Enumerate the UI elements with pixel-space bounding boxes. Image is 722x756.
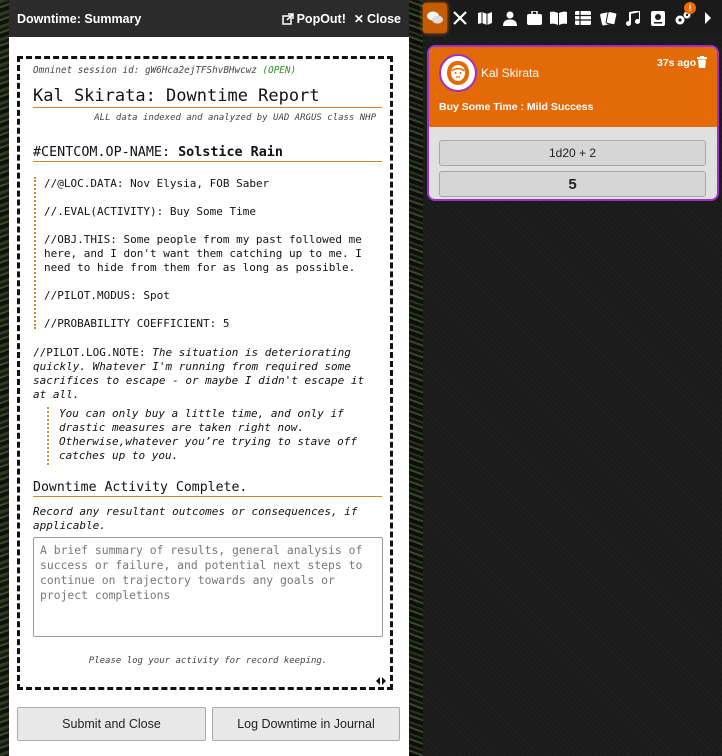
tables-icon bbox=[575, 11, 591, 25]
dice-formula[interactable]: 1d20 + 2 bbox=[439, 140, 706, 166]
delete-message-icon[interactable] bbox=[697, 56, 707, 68]
log-reminder: Please log your activity for record keep… bbox=[88, 656, 328, 666]
field-objective: //OBJ.THIS: Some people from my past fol… bbox=[44, 233, 374, 275]
close-label: Close bbox=[366, 11, 401, 26]
dice-total[interactable]: 5 bbox=[439, 171, 706, 197]
field-location: //@LOC.DATA: Nov Elysia, FOB Saber bbox=[44, 177, 374, 191]
log-note-label: //PILOT.LOG.NOTE: bbox=[33, 346, 146, 359]
message-flavor: Buy Some Time : Mild Success bbox=[439, 101, 594, 113]
chat-sidebar: ! Kal Skirata 37s ago Buy Some Time: Mi… bbox=[423, 0, 722, 756]
dialog-titlebar[interactable]: Downtime: Summary PopOut! ✕ Close bbox=[9, 0, 409, 37]
field-value: Nov Elysia, FOB Saber bbox=[130, 177, 270, 190]
field-label: //PROBABILITY COEFFICIENT: bbox=[44, 317, 217, 330]
sidebar-tabs: ! bbox=[423, 0, 722, 36]
sidebar-collapse-button[interactable] bbox=[699, 7, 717, 29]
dialog-title: Downtime: Summary bbox=[17, 11, 142, 26]
message-speaker: Kal Skirata bbox=[481, 66, 540, 80]
downtime-dialog: Downtime: Summary PopOut! ✕ Close Omnine… bbox=[9, 0, 409, 756]
field-value: 5 bbox=[222, 317, 230, 330]
combat-icon bbox=[453, 11, 467, 25]
outcome-quote: You can only buy a little time, and only… bbox=[47, 407, 365, 465]
field-modus: //PILOT.MODUS: Spot bbox=[44, 289, 374, 303]
field-probability: //PROBABILITY COEFFICIENT: 5 bbox=[44, 317, 374, 331]
chat-message: Kal Skirata 37s ago Buy Some Time : Mild… bbox=[427, 45, 719, 201]
popout-label: PopOut! bbox=[296, 11, 346, 26]
field-label: //.EVAL(ACTIVITY): bbox=[44, 205, 164, 218]
tab-items[interactable] bbox=[523, 7, 545, 29]
collapse-icon bbox=[705, 12, 711, 24]
field-activity: //.EVAL(ACTIVITY): Buy Some Time bbox=[44, 205, 374, 219]
resize-handle-icon[interactable] bbox=[375, 675, 387, 687]
pilot-portrait-icon bbox=[447, 61, 469, 85]
popout-button[interactable]: PopOut! bbox=[281, 11, 346, 26]
session-prefix: Omninet session id: bbox=[33, 65, 145, 76]
tab-playlists[interactable] bbox=[622, 7, 644, 29]
tab-chat[interactable] bbox=[423, 3, 447, 33]
avatar bbox=[439, 54, 477, 92]
cards-icon bbox=[599, 10, 617, 25]
field-label: //OBJ.THIS: bbox=[44, 233, 117, 246]
chat-icon bbox=[427, 11, 443, 24]
field-value: Buy Some Time bbox=[169, 205, 256, 218]
close-icon: ✕ bbox=[353, 11, 364, 26]
notification-badge: ! bbox=[684, 2, 696, 14]
submit-close-button[interactable]: Submit and Close bbox=[17, 707, 206, 741]
indexed-note: ALL data indexed and analyzed by UAD ARG… bbox=[94, 113, 376, 123]
background-art-left bbox=[0, 0, 9, 756]
tab-actors[interactable] bbox=[499, 7, 521, 29]
playlists-icon bbox=[626, 10, 640, 26]
session-status: (OPEN) bbox=[262, 65, 297, 76]
tab-tables[interactable] bbox=[572, 7, 594, 29]
tab-compendium[interactable] bbox=[647, 7, 669, 29]
downtime-report: Omninet session id: gW6Hca2ejTFShvBHwcwz… bbox=[17, 56, 393, 690]
message-header: Kal Skirata 37s ago Buy Some Time : Mild… bbox=[429, 47, 717, 127]
complete-heading: Downtime Activity Complete. bbox=[33, 480, 382, 497]
record-instruction: Record any resultant outcomes or consequ… bbox=[33, 505, 358, 532]
pilot-log-note: //PILOT.LOG.NOTE: The situation is deter… bbox=[33, 346, 378, 402]
op-name-value: Solstice Rain bbox=[178, 145, 283, 160]
journal-icon bbox=[549, 11, 567, 25]
compendium-icon bbox=[651, 10, 665, 26]
map-icon bbox=[478, 12, 492, 25]
tab-cards[interactable] bbox=[597, 7, 619, 29]
tab-combat[interactable] bbox=[449, 7, 471, 29]
report-fields: //@LOC.DATA: Nov Elysia, FOB Saber //.EV… bbox=[34, 177, 374, 331]
external-link-icon bbox=[281, 12, 294, 25]
session-id: gW6Hca2ejTFShvBHwcwz bbox=[144, 65, 257, 76]
actors-icon bbox=[503, 11, 517, 26]
background-art-gap bbox=[409, 0, 423, 756]
close-button[interactable]: ✕ Close bbox=[354, 12, 401, 26]
log-journal-button[interactable]: Log Downtime in Journal bbox=[212, 707, 400, 741]
message-timestamp: 37s ago bbox=[657, 57, 697, 69]
op-name-label: #CENTCOM.OP-NAME: bbox=[33, 145, 171, 160]
field-value: Spot bbox=[143, 289, 170, 302]
session-line: Omninet session id: gW6Hca2ejTFShvBHwcwz… bbox=[33, 65, 296, 76]
tab-journal[interactable] bbox=[547, 7, 569, 29]
summary-textarea[interactable] bbox=[33, 537, 383, 637]
field-label: //@LOC.DATA: bbox=[44, 177, 124, 190]
report-title: Kal Skirata: Downtime Report bbox=[33, 86, 382, 108]
op-name: #CENTCOM.OP-NAME: Solstice Rain bbox=[33, 145, 382, 162]
items-icon bbox=[526, 11, 542, 25]
field-label: //PILOT.MODUS: bbox=[44, 289, 137, 302]
tab-scenes[interactable] bbox=[474, 7, 496, 29]
